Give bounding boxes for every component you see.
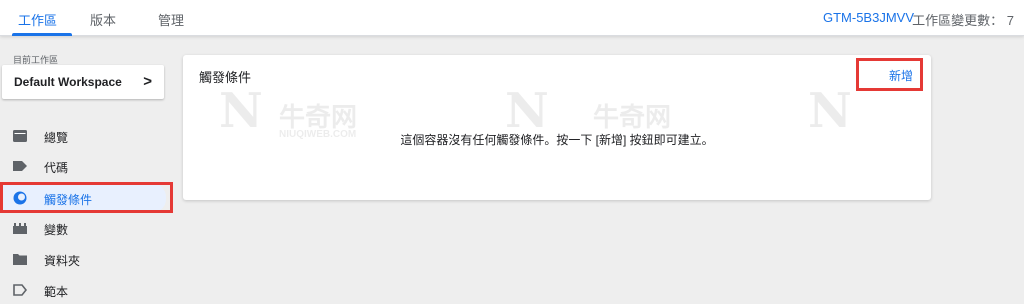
variables-icon <box>13 223 27 234</box>
sidebar: 目前工作區 Default Workspace > 總覽 代碼 觸發條件 變數 … <box>0 37 172 304</box>
sidebar-item-label: 觸發條件 <box>44 193 93 207</box>
triggers-card: 觸發條件 新增 這個容器沒有任何觸發條件。按一下 [新增] 按鈕即可建立。 N … <box>183 55 931 200</box>
tab-versions[interactable]: 版本 <box>90 10 116 29</box>
folder-icon <box>13 254 27 265</box>
sidebar-item-triggers[interactable]: 觸發條件 <box>0 183 166 213</box>
active-tab-indicator <box>12 33 72 36</box>
new-button[interactable]: 新增 <box>889 67 913 84</box>
empty-state-message: 這個容器沒有任何觸發條件。按一下 [新增] 按鈕即可建立。 <box>400 133 714 147</box>
tab-workspace[interactable]: 工作區 <box>18 10 57 29</box>
sidebar-item-overview[interactable]: 總覽 <box>0 121 172 151</box>
sidebar-item-label: 範本 <box>44 285 69 299</box>
sidebar-item-label: 代碼 <box>44 161 69 175</box>
sidebar-item-variables[interactable]: 變數 <box>0 213 172 243</box>
workspace-selector[interactable]: Default Workspace > <box>2 65 164 99</box>
container-id[interactable]: GTM-5B3JMVV <box>823 10 914 25</box>
template-icon <box>13 284 27 296</box>
overview-icon <box>13 130 27 142</box>
sidebar-item-templates[interactable]: 範本 <box>0 275 172 304</box>
tag-icon <box>13 161 27 171</box>
sidebar-item-label: 資料夾 <box>44 254 81 268</box>
watermark-text: 牛奇网 <box>279 102 358 132</box>
sidebar-item-tags[interactable]: 代碼 <box>0 151 172 181</box>
workspace-name: Default Workspace <box>14 75 122 89</box>
tab-admin[interactable]: 管理 <box>158 10 184 29</box>
sidebar-item-label: 變數 <box>44 223 69 237</box>
chevron-right-icon: > <box>143 73 152 90</box>
trigger-icon <box>13 191 27 205</box>
sidebar-item-folders[interactable]: 資料夾 <box>0 244 172 274</box>
top-bar: 工作區 版本 管理 GTM-5B3JMVV 工作區變更數： 7 <box>0 0 1024 36</box>
workspace-changes: 工作區變更數： 7 <box>912 13 1014 28</box>
watermark-text: 牛奇网 <box>593 102 672 132</box>
page-title: 觸發條件 <box>199 70 252 85</box>
sidebar-item-label: 總覽 <box>44 131 69 145</box>
